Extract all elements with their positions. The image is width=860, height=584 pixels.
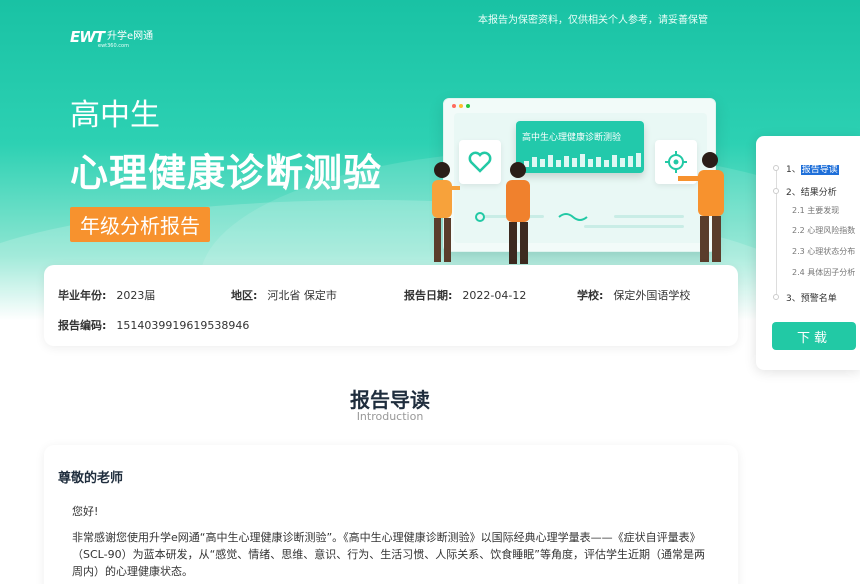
intro-greeting: 您好! [72,505,99,518]
report-code-value: 1514039919619538946 [116,319,250,332]
intro-paragraph: 非常感谢您使用升学e网通“高中生心理健康诊断测验”。《高中生心理健康诊断测验》以… [72,531,705,578]
report-date-label: 报告日期: [404,289,453,302]
person-woman-illustration [432,162,460,262]
person-man-illustration [506,162,530,264]
ewt-logo[interactable]: EWT 升学e网通 ewt360.com [70,28,154,49]
toc-item-factor-analysis[interactable]: 2.4 具体因子分析 [792,267,855,278]
grad-year-label: 毕业年份: [58,289,107,302]
toc-dot [773,165,779,171]
illustration-bars [524,147,641,167]
school-field: 学校: 保定外国语学校 [577,287,690,303]
logo-text: 升学e网通 [107,31,154,42]
illustration-card-title: 高中生心理健康诊断测验 [522,133,622,143]
grad-year-field: 毕业年份: 2023届 [58,287,155,303]
toc-sidebar: 1、报告导读 2、结果分析 2.1 主要发现 2.2 心理风险指数 2.3 心理… [756,136,860,370]
toc-item-label: 报告导读 [800,165,839,175]
intro-card: 尊敬的老师 您好! 非常感谢您使用升学e网通“高中生心理健康诊断测验”。《高中生… [44,445,738,584]
toc-item-label: 预警名单 [800,294,837,304]
report-date-field: 报告日期: 2022-04-12 [404,287,526,303]
section-title: 报告导读 [350,388,430,412]
toc-item-warning-list[interactable]: 3、预警名单 [786,291,837,304]
report-code-field: 报告编码: 1514039919619538946 [58,317,249,333]
school-label: 学校: [577,289,604,302]
download-button[interactable]: 下载 [772,322,856,350]
toc-item-num: 2、 [786,188,801,198]
toc-item-main-findings[interactable]: 2.1 主要发现 [792,205,839,216]
region-field: 地区: 河北省 保定市 [231,287,337,303]
toc-item-status-distribution[interactable]: 2.3 心理状态分布 [792,246,855,257]
illustration-line [614,215,684,218]
toc-item-risk-index[interactable]: 2.2 心理风险指数 [792,225,855,236]
report-code-label: 报告编码: [58,319,107,332]
toc-item-num: 1、 [786,165,801,175]
grad-year-value: 2023届 [116,289,156,302]
intro-heading: 尊敬的老师 [58,471,124,486]
report-title-main: 心理健康诊断测验 [70,151,383,195]
report-title-small: 高中生 [70,98,160,133]
report-info-card: 毕业年份: 2023届 地区: 河北省 保定市 报告日期: 2022-04-12 学校… [44,265,738,346]
person-pointing-illustration [678,152,724,262]
window-dots [452,104,470,108]
confidential-notice: 本报告为保密资料，仅供相关个人参考，请妥善保管 [478,15,708,26]
toc-dot [773,188,779,194]
region-label: 地区: [231,289,258,302]
toc-dot [773,294,779,300]
region-value: 河北省 保定市 [267,289,337,302]
toc-item-results[interactable]: 2、结果分析 [786,185,837,198]
logo-sub: ewt360.com [98,43,129,49]
report-date-value: 2022-04-12 [462,289,527,302]
toc-item-label: 结果分析 [800,188,837,198]
toc-item-intro[interactable]: 1、报告导读 [786,162,839,175]
school-value: 保定外国语学校 [613,289,691,302]
illustration-line [584,225,684,228]
section-subtitle: Introduction [356,410,424,423]
report-subtitle-badge: 年级分析报告 [70,207,210,242]
toc-item-num: 3、 [786,294,801,304]
